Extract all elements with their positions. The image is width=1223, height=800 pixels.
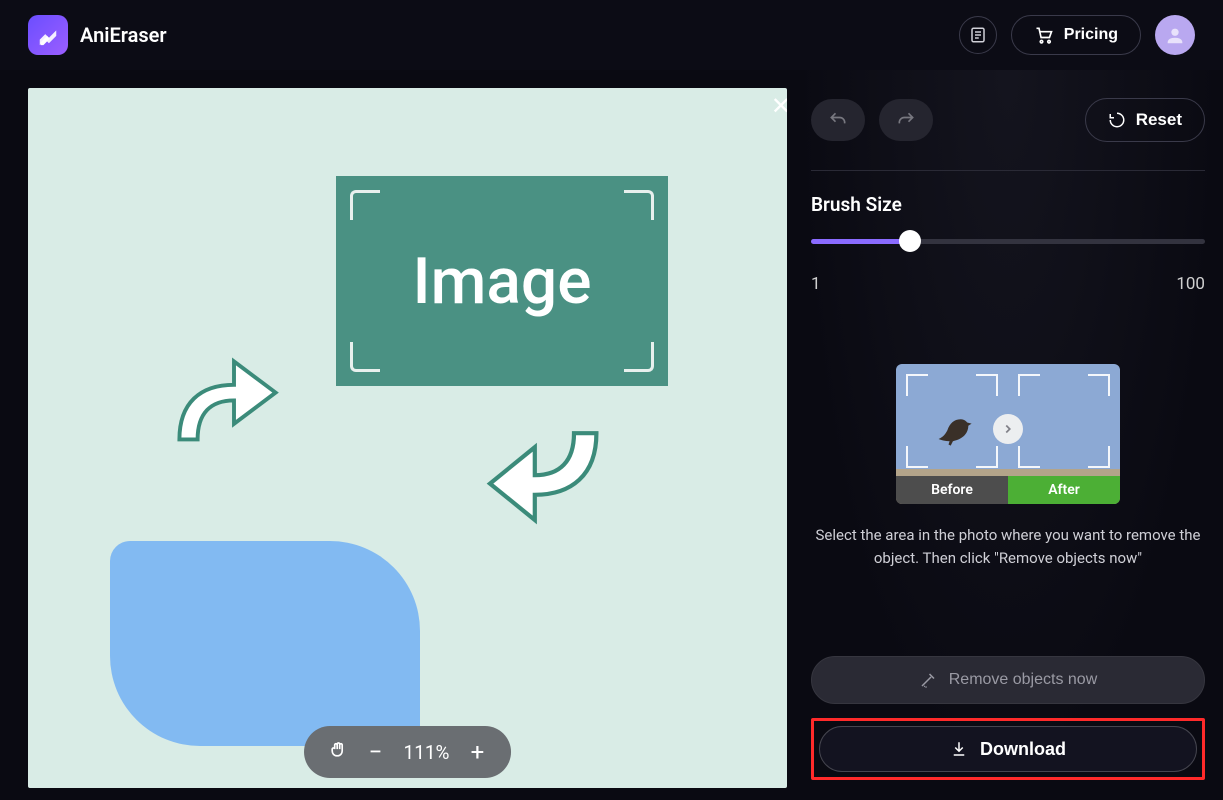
after-tile: After xyxy=(1008,364,1120,504)
divider xyxy=(811,170,1205,171)
history-row: Reset xyxy=(811,98,1205,142)
zoom-toolbar: − 111% + xyxy=(304,726,512,778)
zoom-in-button[interactable]: + xyxy=(467,738,487,766)
app-logo-icon xyxy=(28,15,68,55)
brush-size-label: Brush Size xyxy=(811,193,1205,216)
bird-icon xyxy=(932,406,976,450)
remove-objects-label: Remove objects now xyxy=(949,671,1098,689)
pan-hand-icon[interactable] xyxy=(328,738,348,766)
brand: AniEraser xyxy=(28,15,167,55)
app-header: AniEraser Pricing xyxy=(0,0,1223,70)
image-placeholder-tile: Image xyxy=(336,176,668,386)
slider-range-labels: 1 100 xyxy=(811,274,1205,294)
sample-blob-shape xyxy=(110,541,420,746)
editor-canvas[interactable]: ✕ Image − 111% + xyxy=(28,88,787,788)
close-icon[interactable]: ✕ xyxy=(771,92,787,120)
brush-max: 100 xyxy=(1176,274,1205,294)
app-title: AniEraser xyxy=(80,23,167,47)
download-label: Download xyxy=(980,739,1066,760)
reset-button[interactable]: Reset xyxy=(1085,98,1205,142)
slider-thumb[interactable] xyxy=(899,230,921,252)
compare-arrow-icon[interactable] xyxy=(993,414,1023,444)
before-tile: Before xyxy=(896,364,1008,504)
hint-text: Select the area in the photo where you w… xyxy=(811,524,1205,571)
action-buttons: Remove objects now Download xyxy=(811,656,1205,780)
remove-objects-button[interactable]: Remove objects now xyxy=(811,656,1205,704)
zoom-out-button[interactable]: − xyxy=(366,738,386,766)
before-label: Before xyxy=(896,476,1008,504)
download-highlight: Download xyxy=(811,718,1205,780)
canvas-area: ✕ Image − 111% + xyxy=(0,70,793,800)
reset-label: Reset xyxy=(1136,110,1182,130)
side-panel: Reset Brush Size 1 100 Before xyxy=(793,70,1223,800)
redo-button[interactable] xyxy=(879,99,933,141)
brush-size-slider[interactable] xyxy=(811,230,1205,252)
notes-icon[interactable] xyxy=(959,16,997,54)
undo-icon xyxy=(828,110,848,130)
avatar[interactable] xyxy=(1155,15,1195,55)
download-icon xyxy=(950,740,968,758)
cart-icon xyxy=(1034,25,1054,45)
download-button[interactable]: Download xyxy=(819,726,1197,772)
before-after-preview: Before After Select the area in the phot… xyxy=(811,364,1205,571)
redo-icon xyxy=(896,110,916,130)
main: ✕ Image − 111% + xyxy=(0,70,1223,800)
pricing-label: Pricing xyxy=(1064,26,1118,44)
curved-arrow-down-icon xyxy=(476,408,616,548)
zoom-level: 111% xyxy=(404,741,450,764)
reset-icon xyxy=(1108,111,1126,129)
broom-icon xyxy=(919,671,937,689)
after-label: After xyxy=(1008,476,1120,504)
curved-arrow-up-icon xyxy=(156,338,286,468)
header-actions: Pricing xyxy=(959,15,1195,55)
undo-button[interactable] xyxy=(811,99,865,141)
pricing-button[interactable]: Pricing xyxy=(1011,15,1141,55)
brush-min: 1 xyxy=(811,274,821,294)
image-placeholder-label: Image xyxy=(413,244,592,319)
